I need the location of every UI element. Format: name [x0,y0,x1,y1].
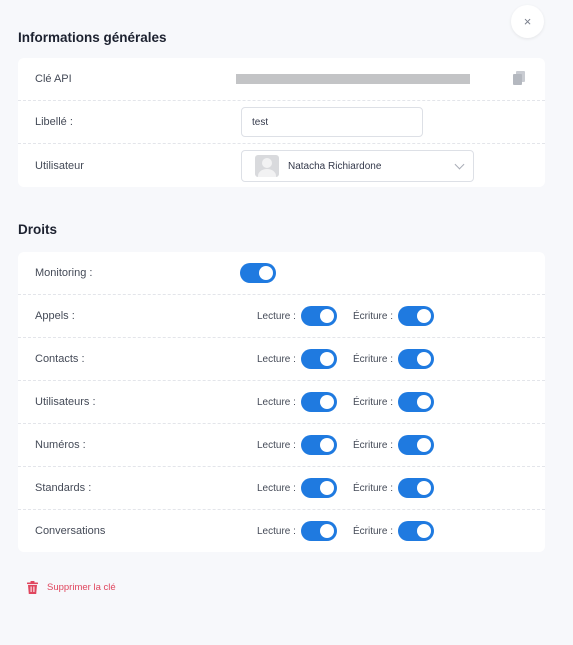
contacts-write-toggle[interactable] [398,349,434,369]
rights-section-title: Droits [18,222,58,237]
permission-row-contacts: Contacts : Lecture : Écriture : [18,338,545,381]
read-label: Lecture : [257,353,296,365]
general-card: Clé API Libellé : Utilisateur Natacha Ri… [18,58,545,187]
api-key-label: Clé API [35,73,72,85]
chevron-down-icon [454,159,465,170]
general-section-title: Informations générales [18,30,167,45]
permission-label: Numéros : [35,439,86,451]
write-label: Écriture : [353,310,394,322]
permission-label: Utilisateurs : [35,396,96,408]
write-label: Écriture : [353,525,394,537]
permission-label: Conversations [35,525,106,537]
permission-row-numbers: Numéros : Lecture : Écriture : [18,424,545,467]
calls-write-toggle[interactable] [398,306,434,326]
avatar [255,155,279,177]
permission-row-users: Utilisateurs : Lecture : Écriture : [18,381,545,424]
write-label: Écriture : [353,396,394,408]
users-write-toggle[interactable] [398,392,434,412]
permission-row-conversations: Conversations Lecture : Écriture : [18,510,545,552]
close-icon: × [523,14,532,29]
monitoring-row: Monitoring : [18,252,545,295]
user-field-label: Utilisateur [35,159,84,172]
users-read-toggle[interactable] [301,392,337,412]
write-label: Écriture : [353,439,394,451]
calls-read-toggle[interactable] [301,306,337,326]
read-label: Lecture : [257,525,296,537]
permission-label: Standards : [35,482,92,494]
write-label: Écriture : [353,482,394,494]
standards-read-toggle[interactable] [301,478,337,498]
close-button[interactable]: × [511,5,544,38]
delete-key-button[interactable]: Supprimer la clé [27,581,116,594]
standards-write-toggle[interactable] [398,478,434,498]
permission-label: Appels : [35,310,75,322]
numbers-read-toggle[interactable] [301,435,337,455]
api-key-value-masked [236,74,470,84]
conversations-write-toggle[interactable] [398,521,434,541]
rights-card: Monitoring : Appels : Lecture : Écriture… [18,252,545,552]
permission-row-standards: Standards : Lecture : Écriture : [18,467,545,510]
contacts-read-toggle[interactable] [301,349,337,369]
label-field-label: Libellé : [35,116,73,128]
permission-label: Contacts : [35,353,85,365]
api-key-row: Clé API [18,58,545,101]
trash-icon [27,581,38,594]
user-select[interactable]: Natacha Richiardone [241,150,474,182]
read-label: Lecture : [257,482,296,494]
read-label: Lecture : [257,439,296,451]
read-label: Lecture : [257,310,296,322]
numbers-write-toggle[interactable] [398,435,434,455]
permission-row-calls: Appels : Lecture : Écriture : [18,295,545,338]
copy-icon[interactable] [513,71,525,85]
label-input[interactable] [241,107,423,137]
conversations-read-toggle[interactable] [301,521,337,541]
delete-key-label: Supprimer la clé [47,582,116,593]
user-row: Utilisateur Natacha Richiardone [18,144,545,187]
label-row: Libellé : [18,101,545,144]
read-label: Lecture : [257,396,296,408]
user-select-value: Natacha Richiardone [288,160,382,172]
write-label: Écriture : [353,353,394,365]
monitoring-label: Monitoring : [35,267,93,279]
monitoring-toggle[interactable] [240,263,276,283]
